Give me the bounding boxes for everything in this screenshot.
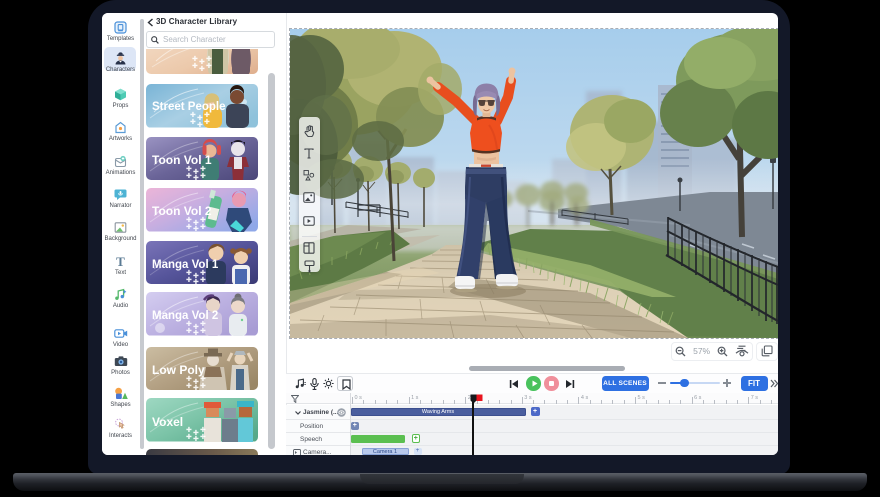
svg-text:✚: ✚ <box>190 111 196 119</box>
svg-text:✚: ✚ <box>200 327 206 335</box>
svg-text:✚: ✚ <box>186 165 192 173</box>
svg-text:Voxel: Voxel <box>152 415 183 429</box>
svg-text:✚: ✚ <box>186 223 192 231</box>
svg-text:✚: ✚ <box>197 121 203 128</box>
svg-text:✚: ✚ <box>193 225 199 232</box>
svg-text:Toon Vol 1: Toon Vol 1 <box>152 153 212 167</box>
svg-text:✚: ✚ <box>200 165 206 173</box>
svg-text:✚: ✚ <box>190 118 196 126</box>
svg-text:T: T <box>116 255 125 268</box>
svg-text:✚: ✚ <box>193 278 199 285</box>
svg-text:✚: ✚ <box>186 375 192 383</box>
svg-text:✚: ✚ <box>200 276 206 284</box>
svg-text:✚: ✚ <box>186 426 192 434</box>
svg-text:Toon Vol 2: Toon Vol 2 <box>152 204 212 218</box>
svg-text:✚: ✚ <box>186 433 192 441</box>
svg-text:✚: ✚ <box>200 320 206 328</box>
svg-text:✚: ✚ <box>204 111 210 119</box>
svg-text:✚: ✚ <box>200 375 206 383</box>
svg-text:Realistic: Realistic <box>153 49 201 51</box>
svg-text:✚: ✚ <box>193 329 199 336</box>
svg-text:✚: ✚ <box>186 269 192 277</box>
svg-text:✚: ✚ <box>200 433 206 441</box>
svg-text:✚: ✚ <box>200 382 206 390</box>
svg-text:✚: ✚ <box>200 269 206 277</box>
svg-text:✚: ✚ <box>186 276 192 284</box>
svg-text:Street People: Street People <box>152 101 226 113</box>
svg-text:✚: ✚ <box>199 65 205 73</box>
svg-text:✚: ✚ <box>193 435 199 442</box>
svg-text:✚: ✚ <box>200 426 206 434</box>
svg-text:✚: ✚ <box>200 216 206 224</box>
svg-text:✚: ✚ <box>186 172 192 180</box>
svg-text:✚: ✚ <box>193 384 199 391</box>
svg-text:✚: ✚ <box>199 58 205 66</box>
svg-text:✚: ✚ <box>186 320 192 328</box>
svg-text:✚: ✚ <box>192 62 198 70</box>
svg-text:✚: ✚ <box>206 62 212 70</box>
svg-text:✚: ✚ <box>192 55 198 63</box>
svg-text:✚: ✚ <box>200 172 206 180</box>
svg-text:✚: ✚ <box>200 223 206 231</box>
svg-text:✚: ✚ <box>186 216 192 224</box>
svg-text:✚: ✚ <box>206 55 212 63</box>
svg-text:✚: ✚ <box>197 114 203 122</box>
svg-text:✚: ✚ <box>193 174 199 181</box>
svg-text:✚: ✚ <box>186 327 192 335</box>
svg-text:Low Poly: Low Poly <box>152 363 205 377</box>
svg-text:✚: ✚ <box>204 118 210 126</box>
svg-text:✚: ✚ <box>186 382 192 390</box>
